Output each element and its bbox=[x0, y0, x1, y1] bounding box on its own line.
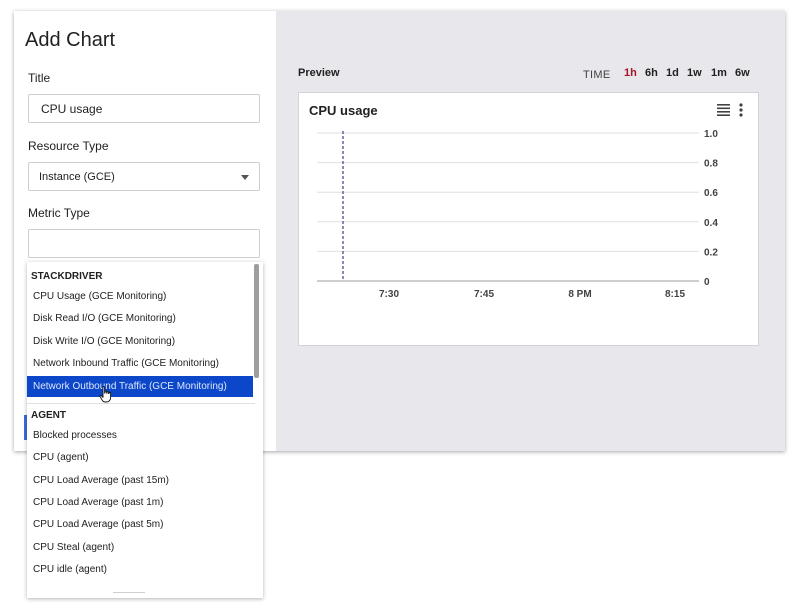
metric-option[interactable]: CPU Steal (agent) bbox=[27, 537, 253, 558]
metric-type-select[interactable] bbox=[28, 229, 260, 258]
dropdown-scrollbar[interactable] bbox=[254, 264, 259, 378]
metric-option[interactable]: CPU (agent) bbox=[27, 447, 253, 468]
y-tick-label: 0.8 bbox=[704, 159, 718, 170]
chart-preview-card: CPU usage 1.0 0.8 0.6 0.4 0.2 0 7:30 7:45 8 PM 8:… bbox=[298, 92, 759, 346]
y-tick-label: 0.6 bbox=[704, 188, 718, 199]
y-tick-label: 0.4 bbox=[704, 218, 718, 229]
time-range-6h[interactable]: 6h bbox=[645, 67, 658, 79]
time-label: TIME bbox=[583, 69, 611, 81]
time-range-1w[interactable]: 1w bbox=[687, 67, 702, 79]
chart-plot: 1.0 0.8 0.6 0.4 0.2 0 7:30 7:45 8 PM 8:15 bbox=[317, 129, 718, 300]
metric-option[interactable]: Network Inbound Traffic (GCE Monitoring) bbox=[27, 353, 253, 374]
resource-type-value: Instance (GCE) bbox=[39, 171, 115, 183]
x-tick-label: 7:45 bbox=[474, 289, 494, 300]
time-range-1m[interactable]: 1m bbox=[711, 67, 727, 79]
x-tick-label: 8 PM bbox=[568, 289, 591, 300]
metric-option[interactable]: CPU Usage (GCE Monitoring) bbox=[27, 286, 253, 307]
metric-option[interactable]: CPU Load Average (past 1m) bbox=[27, 492, 253, 513]
time-range-1d[interactable]: 1d bbox=[666, 67, 679, 79]
time-range-1h[interactable]: 1h bbox=[624, 67, 637, 79]
metric-option[interactable]: Disk Write I/O (GCE Monitoring) bbox=[27, 331, 253, 352]
metric-option[interactable]: CPU idle (agent) bbox=[27, 559, 253, 580]
y-tick-label: 1.0 bbox=[704, 129, 718, 140]
metric-option[interactable]: CPU Load Average (past 15m) bbox=[27, 470, 253, 491]
x-tick-label: 8:15 bbox=[665, 289, 685, 300]
caret-down-icon bbox=[241, 175, 249, 180]
y-tick-label: 0 bbox=[704, 277, 710, 288]
metric-option[interactable]: Blocked processes bbox=[27, 425, 253, 446]
resource-type-label: Resource Type bbox=[28, 139, 109, 153]
metric-type-dropdown: STACKDRIVER CPU Usage (GCE Monitoring) D… bbox=[27, 262, 263, 598]
metric-option[interactable]: Disk Read I/O (GCE Monitoring) bbox=[27, 308, 253, 329]
metric-option[interactable]: CPU Load Average (past 5m) bbox=[27, 514, 253, 535]
title-label: Title bbox=[28, 71, 51, 85]
hand-pointer-icon bbox=[99, 386, 112, 403]
dropdown-bottom-divider bbox=[113, 592, 145, 593]
dialog-title: Add Chart bbox=[25, 29, 116, 51]
metric-type-label: Metric Type bbox=[28, 206, 90, 220]
resource-type-select[interactable]: Instance (GCE) bbox=[28, 162, 260, 191]
preview-label: Preview bbox=[298, 67, 340, 79]
time-range-6w[interactable]: 6w bbox=[735, 67, 750, 79]
dropdown-group-heading: AGENT bbox=[31, 410, 66, 421]
y-tick-label: 0.2 bbox=[704, 247, 718, 258]
dropdown-group-heading: STACKDRIVER bbox=[31, 271, 103, 282]
x-tick-label: 7:30 bbox=[379, 289, 399, 300]
title-input[interactable] bbox=[28, 94, 260, 123]
dropdown-separator bbox=[27, 403, 255, 404]
metric-option-selected[interactable]: Network Outbound Traffic (GCE Monitoring… bbox=[27, 376, 253, 397]
